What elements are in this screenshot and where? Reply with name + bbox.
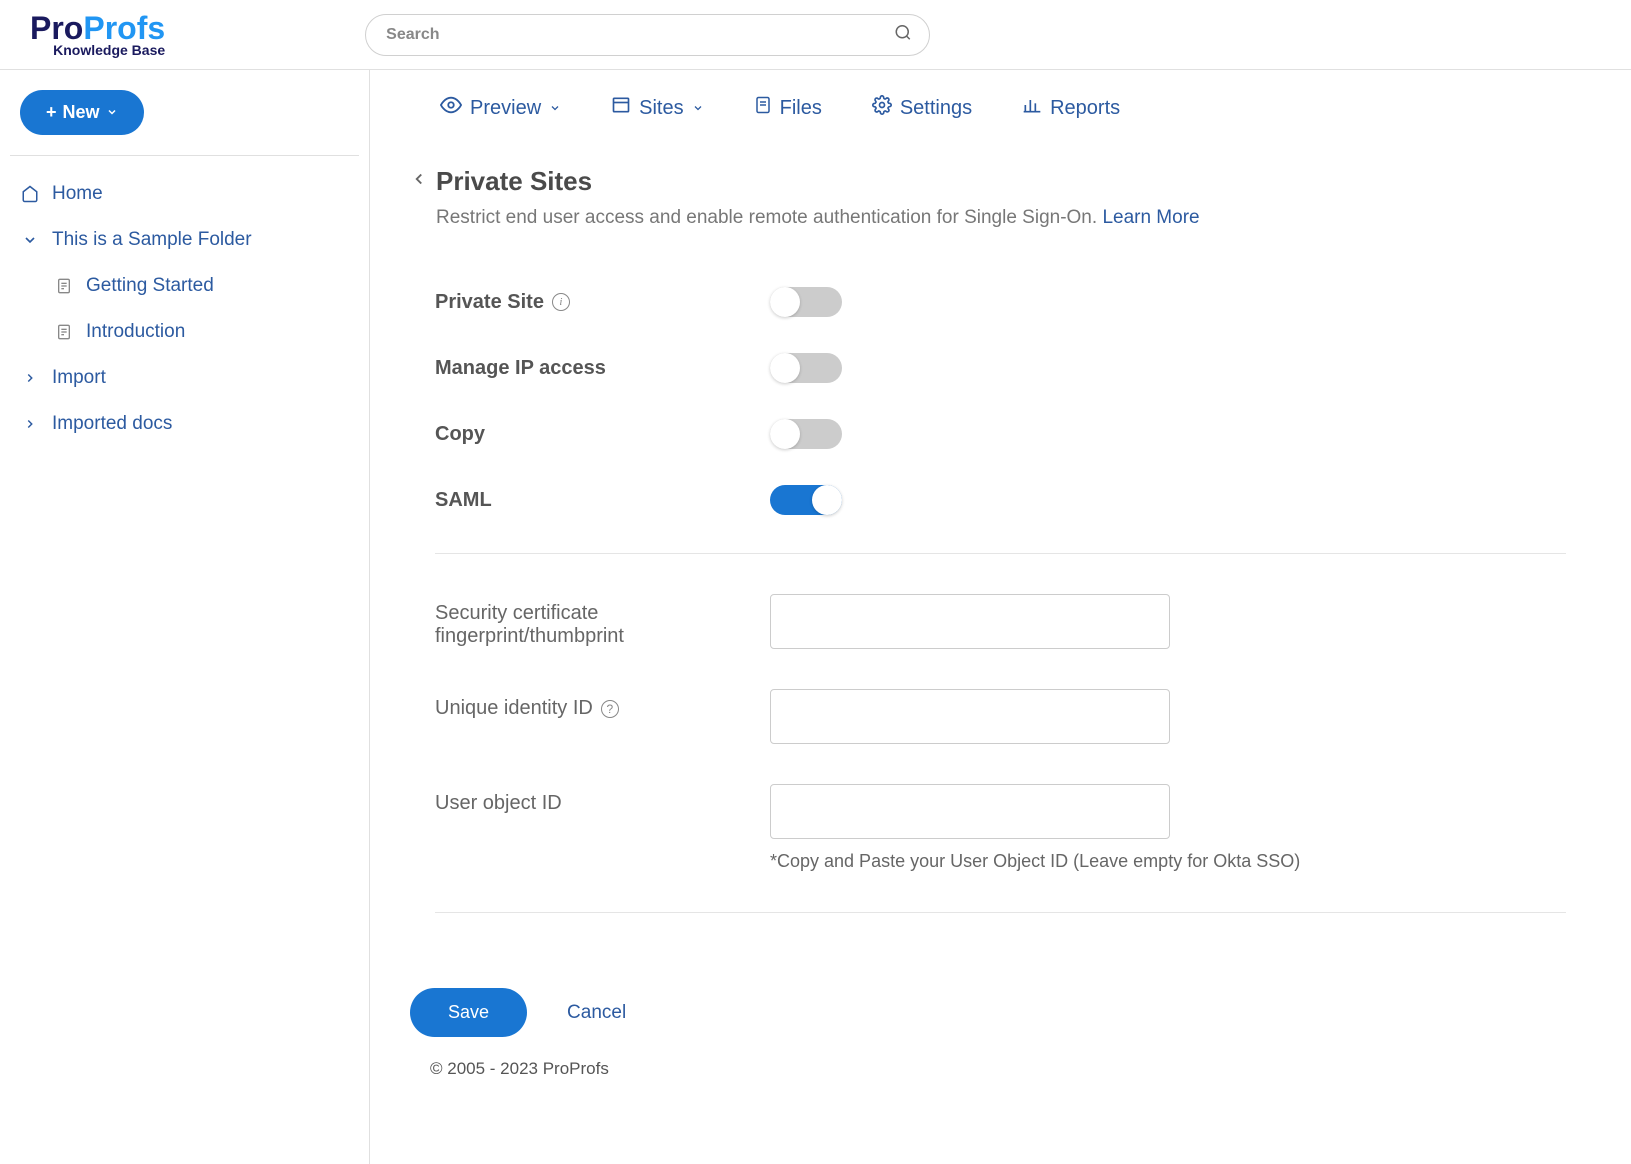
- divider: [435, 553, 1566, 554]
- sidebar: + New Home This is a Sample Folder: [0, 70, 370, 1164]
- setting-label: SAML: [435, 489, 492, 512]
- sidebar-item-imported-docs[interactable]: Imported docs: [10, 401, 359, 447]
- nav-files[interactable]: Files: [754, 94, 822, 122]
- toggle-copy[interactable]: [770, 419, 842, 449]
- toggle-manage-ip[interactable]: [770, 353, 842, 383]
- field-label: Unique identity ID: [435, 697, 593, 720]
- sidebar-item-import[interactable]: Import: [10, 355, 359, 401]
- chevron-down-icon: [692, 97, 704, 120]
- search-icon[interactable]: [894, 23, 912, 46]
- field-cert: Security certificate fingerprint/thumbpr…: [435, 574, 1566, 669]
- toggle-knob: [770, 419, 800, 449]
- learn-more-link[interactable]: Learn More: [1102, 207, 1199, 228]
- nav-label: Sites: [639, 97, 683, 120]
- info-icon[interactable]: i: [552, 293, 570, 311]
- new-button[interactable]: + New: [20, 90, 144, 135]
- field-label: User object ID: [435, 784, 770, 815]
- cancel-button[interactable]: Cancel: [567, 1002, 626, 1024]
- eye-icon: [440, 94, 462, 122]
- divider: [435, 912, 1566, 913]
- field-unique-id: Unique identity ID ?: [435, 669, 1566, 764]
- content: Preview Sites Files: [370, 70, 1631, 1164]
- sidebar-item-label: This is a Sample Folder: [52, 229, 252, 251]
- header: ProProfs Knowledge Base: [0, 0, 1631, 70]
- setting-copy: Copy: [435, 401, 1566, 467]
- chart-icon: [1022, 95, 1042, 121]
- top-nav: Preview Sites Files: [370, 70, 1631, 146]
- unique-id-input[interactable]: [770, 689, 1170, 744]
- nav-label: Preview: [470, 97, 541, 120]
- new-button-label: New: [63, 102, 100, 123]
- gear-icon: [872, 95, 892, 121]
- setting-manage-ip: Manage IP access: [435, 335, 1566, 401]
- logo-pro: Pro: [30, 10, 83, 46]
- settings-form: Private Site i Manage IP access Co: [370, 239, 1631, 963]
- sidebar-item-label: Getting Started: [86, 275, 214, 297]
- window-icon: [611, 95, 631, 121]
- chevron-right-icon: [20, 371, 40, 385]
- document-icon: [54, 277, 74, 295]
- chevron-down-icon: [106, 102, 118, 123]
- save-button[interactable]: Save: [410, 988, 527, 1037]
- sidebar-item-getting-started[interactable]: Getting Started: [10, 263, 359, 309]
- help-icon[interactable]: ?: [601, 700, 619, 718]
- chevron-down-icon: [549, 97, 561, 120]
- sidebar-item-introduction[interactable]: Introduction: [10, 309, 359, 355]
- logo[interactable]: ProProfs Knowledge Base: [30, 12, 165, 58]
- home-icon: [20, 185, 40, 203]
- toggle-knob: [812, 485, 842, 515]
- field-user-obj: User object ID *Copy and Paste your User…: [435, 764, 1566, 892]
- document-icon: [54, 323, 74, 341]
- logo-profs: Profs: [83, 10, 165, 46]
- setting-label: Manage IP access: [435, 357, 606, 380]
- field-label: Security certificate fingerprint/thumbpr…: [435, 594, 770, 648]
- nav-sites[interactable]: Sites: [611, 94, 703, 122]
- page-subtitle: Restrict end user access and enable remo…: [436, 207, 1102, 228]
- sidebar-item-label: Home: [52, 183, 103, 205]
- file-icon: [754, 95, 772, 121]
- setting-label: Copy: [435, 423, 485, 446]
- toggle-private-site[interactable]: [770, 287, 842, 317]
- sidebar-item-label: Introduction: [86, 321, 185, 343]
- nav-label: Settings: [900, 97, 972, 120]
- sidebar-item-sample-folder[interactable]: This is a Sample Folder: [10, 217, 359, 263]
- nav-settings[interactable]: Settings: [872, 94, 972, 122]
- sidebar-item-label: Import: [52, 367, 106, 389]
- field-hint: *Copy and Paste your User Object ID (Lea…: [770, 851, 1566, 872]
- cert-input[interactable]: [770, 594, 1170, 649]
- chevron-down-icon: [20, 232, 40, 248]
- toggle-knob: [770, 287, 800, 317]
- sidebar-item-label: Imported docs: [52, 413, 172, 435]
- nav-reports[interactable]: Reports: [1022, 94, 1120, 122]
- setting-private-site: Private Site i: [435, 269, 1566, 335]
- page-title: Private Sites: [436, 166, 592, 197]
- search-box: [365, 14, 930, 56]
- chevron-right-icon: [20, 417, 40, 431]
- plus-icon: +: [46, 102, 57, 123]
- sidebar-tree: Home This is a Sample Folder Getting Sta…: [10, 155, 359, 447]
- search-input[interactable]: [365, 14, 930, 56]
- footer: © 2005 - 2023 ProProfs: [370, 1047, 1631, 1091]
- user-obj-input[interactable]: [770, 784, 1170, 839]
- nav-label: Files: [780, 97, 822, 120]
- toggle-saml[interactable]: [770, 485, 842, 515]
- button-row: Save Cancel: [370, 963, 1631, 1047]
- nav-label: Reports: [1050, 97, 1120, 120]
- setting-label: Private Site: [435, 291, 544, 314]
- page-header: Private Sites Restrict end user access a…: [370, 146, 1631, 239]
- toggle-knob: [770, 353, 800, 383]
- setting-saml: SAML: [435, 467, 1566, 533]
- sidebar-item-home[interactable]: Home: [10, 171, 359, 217]
- back-icon[interactable]: [410, 170, 428, 193]
- nav-preview[interactable]: Preview: [440, 94, 561, 122]
